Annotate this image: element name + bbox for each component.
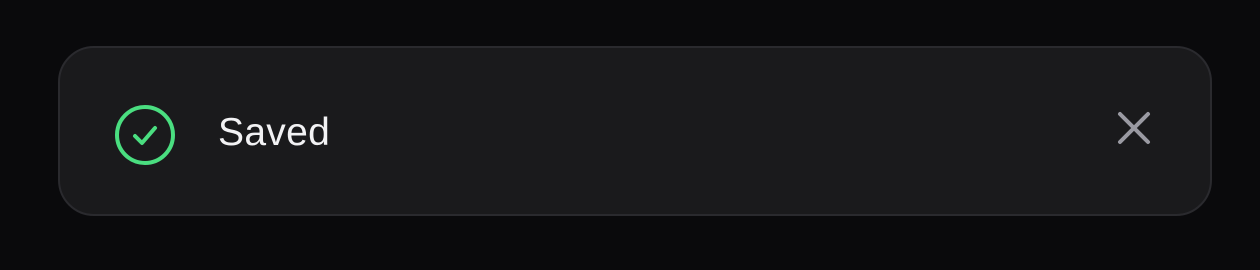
check-circle-icon [114,104,176,166]
close-button[interactable] [1110,104,1158,152]
close-icon [1116,110,1152,146]
toast-notification: Saved [58,46,1212,216]
toast-message: Saved [218,111,331,154]
